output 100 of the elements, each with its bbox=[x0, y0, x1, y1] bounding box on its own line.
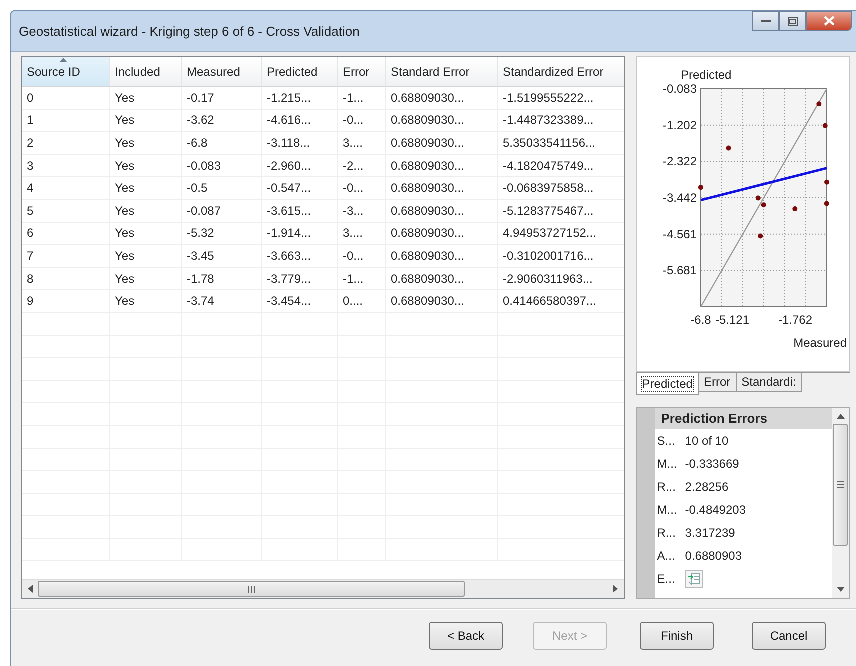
scroll-down-icon[interactable] bbox=[836, 587, 844, 592]
back-button[interactable]: < Back bbox=[429, 622, 503, 650]
table-cell: -3... bbox=[338, 200, 386, 223]
property-value: 3.317239 bbox=[685, 526, 736, 540]
table-cell: -1.78 bbox=[182, 268, 262, 290]
x-axis-label: Measured bbox=[794, 336, 848, 350]
table-cell: 4.94953727152... bbox=[498, 222, 624, 246]
table-cell: -3.118... bbox=[262, 132, 338, 155]
table-cell: -1.4487323389... bbox=[498, 110, 624, 132]
section-header: Prediction Errors bbox=[655, 408, 832, 430]
x-tick-label: -1.762 bbox=[778, 313, 813, 327]
column-header[interactable]: Standard Error bbox=[386, 57, 498, 87]
data-point bbox=[726, 146, 732, 151]
property-value: -0.4849203 bbox=[685, 502, 746, 517]
table-cell: -1.5199555222... bbox=[498, 87, 624, 110]
table-cell: -4.616... bbox=[262, 110, 338, 132]
table-cell: 2 bbox=[22, 132, 110, 155]
close-button[interactable] bbox=[806, 11, 852, 31]
property-label: S... bbox=[657, 434, 676, 448]
data-point bbox=[816, 102, 822, 107]
chart-tab[interactable]: Error bbox=[698, 373, 737, 392]
table-cell: -2.960... bbox=[262, 154, 338, 178]
table-cell: 4 bbox=[22, 177, 110, 200]
property-value: 10 of 10 bbox=[685, 434, 729, 448]
table-cell: Yes bbox=[110, 132, 182, 155]
table-cell: -6.8 bbox=[182, 132, 262, 155]
table-cell: 0.68809030... bbox=[386, 268, 498, 290]
x-tick-label: -6.8 bbox=[690, 313, 712, 327]
column-header[interactable]: Source ID bbox=[22, 57, 110, 87]
finish-button[interactable]: Finish bbox=[640, 622, 714, 650]
table-cell: -1... bbox=[338, 87, 386, 110]
property-label: M... bbox=[657, 456, 678, 471]
x-tick-label: -5.121 bbox=[716, 313, 750, 327]
export-button[interactable] bbox=[685, 570, 704, 588]
data-point bbox=[756, 196, 762, 201]
grip-icon bbox=[248, 586, 256, 592]
table-cell: 0.41466580397... bbox=[498, 290, 624, 313]
table-cell: -5.32 bbox=[182, 222, 262, 246]
table-cell: 7 bbox=[22, 245, 110, 268]
grip-icon bbox=[837, 481, 844, 490]
chart-tab[interactable]: Standardi: bbox=[736, 373, 802, 392]
table-cell: -0.083 bbox=[182, 154, 262, 178]
table-cell: 9 bbox=[22, 290, 110, 313]
table-cell: 1 bbox=[22, 110, 110, 132]
table-cell: Yes bbox=[110, 268, 182, 290]
y-tick-label: -4.561 bbox=[663, 227, 698, 242]
table-cell: Yes bbox=[110, 154, 182, 178]
table-cell: 3.... bbox=[338, 222, 386, 246]
table-cell: 6 bbox=[22, 222, 110, 246]
sort-caret-icon bbox=[60, 58, 67, 62]
table-cell: 0.68809030... bbox=[386, 87, 498, 110]
maximize-button[interactable] bbox=[779, 11, 806, 31]
table-cell: 3 bbox=[22, 154, 110, 178]
table-cell: -1... bbox=[338, 268, 386, 290]
table-cell: -3.454... bbox=[262, 290, 338, 313]
table-cell: -1.914... bbox=[262, 222, 338, 246]
table-cell: 0.68809030... bbox=[386, 245, 498, 268]
table-cell: 0.68809030... bbox=[386, 200, 498, 223]
table-cell: 8 bbox=[22, 268, 110, 290]
table-cell: -2.9060311963... bbox=[498, 268, 624, 290]
scrollbar-thumb[interactable] bbox=[38, 581, 465, 597]
table-cell: -3.45 bbox=[182, 245, 262, 268]
chart-tab[interactable]: Predicted bbox=[636, 373, 699, 396]
vertical-scrollbar[interactable] bbox=[832, 408, 849, 598]
data-point bbox=[762, 202, 767, 208]
table-cell: -3.62 bbox=[182, 110, 262, 132]
table-cell: 0 bbox=[22, 87, 110, 110]
window-title: Geostatistical wizard - Kriging step 6 of 6 - Cross Validation bbox=[19, 24, 360, 38]
property-label: M... bbox=[657, 502, 678, 517]
y-tick-label: -0.083 bbox=[663, 82, 698, 96]
horizontal-scrollbar[interactable] bbox=[22, 579, 624, 598]
table-cell: Yes bbox=[110, 177, 182, 200]
data-point bbox=[758, 234, 764, 239]
table-cell: -3.779... bbox=[262, 268, 338, 290]
data-point bbox=[824, 201, 830, 206]
data-point bbox=[823, 123, 828, 128]
scroll-up-icon[interactable] bbox=[836, 414, 844, 420]
close-icon bbox=[824, 16, 834, 26]
table-arrow-icon bbox=[687, 572, 702, 586]
table-cell: -0.0683975858... bbox=[498, 177, 624, 200]
cancel-button[interactable]: Cancel bbox=[752, 622, 826, 650]
table-cell: 0.... bbox=[338, 290, 386, 313]
property-value: 2.28256 bbox=[685, 480, 729, 494]
table-cell: 0.68809030... bbox=[386, 290, 498, 313]
table-cell: Yes bbox=[110, 245, 182, 268]
scroll-right-icon[interactable] bbox=[612, 585, 618, 593]
maximize-icon bbox=[788, 16, 798, 26]
table-cell: 0.68809030... bbox=[386, 154, 498, 178]
table-cell: -0.087 bbox=[182, 200, 262, 223]
scroll-left-icon[interactable] bbox=[28, 585, 34, 593]
chart-title: Predicted bbox=[681, 68, 732, 82]
column-header[interactable]: Included bbox=[110, 57, 182, 87]
scrollbar-thumb[interactable] bbox=[833, 424, 848, 546]
table-cell: 3.... bbox=[338, 132, 386, 155]
column-header[interactable]: Error bbox=[338, 57, 386, 87]
column-header[interactable]: Predicted bbox=[262, 57, 338, 87]
table-cell: -0... bbox=[338, 177, 386, 200]
table-cell: 0.68809030... bbox=[386, 222, 498, 246]
minimize-button[interactable] bbox=[752, 11, 779, 31]
column-header[interactable]: Measured bbox=[182, 57, 262, 87]
